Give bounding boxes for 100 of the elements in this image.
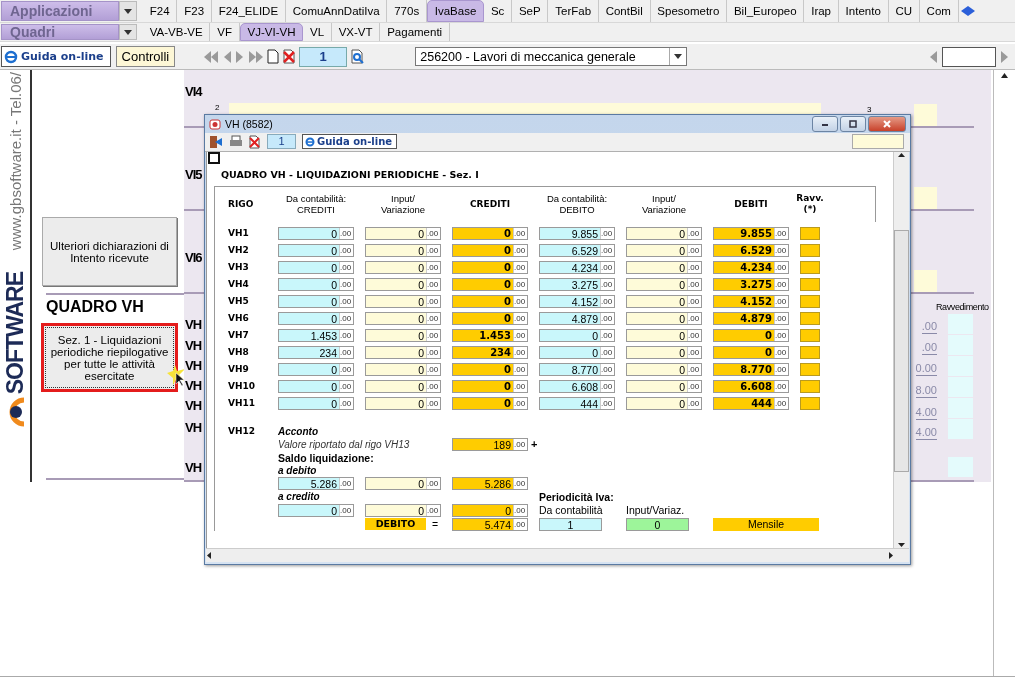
input-field[interactable] <box>942 46 996 67</box>
amount-field[interactable]: 0 .00 <box>365 277 441 291</box>
amount-field[interactable]: 0 .00 <box>452 243 528 257</box>
amount-field[interactable]: 5.286 .00 <box>452 476 528 490</box>
amount-field[interactable]: 0 .00 <box>626 379 702 393</box>
amount-field[interactable]: 0 .00 <box>365 311 441 325</box>
amount-field[interactable]: 0 .00 <box>452 311 528 325</box>
scroll-right-icon[interactable] <box>888 551 894 559</box>
close-button[interactable] <box>868 116 906 133</box>
amount-field[interactable]: 0 .00 <box>452 379 528 393</box>
flag-field[interactable] <box>800 243 820 257</box>
checkbox[interactable] <box>208 151 220 164</box>
amount-field[interactable]: 0 .00 <box>365 260 441 274</box>
amount-field[interactable]: 4.234 .00 <box>713 260 789 274</box>
print-icon[interactable] <box>229 134 243 149</box>
tab[interactable]: Spesometro <box>650 0 728 22</box>
help-button[interactable]: Guida on-line <box>302 134 398 150</box>
flag-field[interactable] <box>800 362 820 376</box>
amount-field[interactable]: 0 .00 <box>278 294 354 308</box>
amount-field[interactable]: 8.770 .00 <box>713 362 789 376</box>
amount-field[interactable]: 0 .00 <box>452 396 528 410</box>
previous-page-icon[interactable] <box>222 49 233 64</box>
amount-field[interactable]: 0 .00 <box>539 328 615 342</box>
amount-field[interactable]: 0 .00 <box>365 243 441 257</box>
page-field[interactable]: 1 <box>267 134 296 150</box>
amount-field[interactable]: 6.529 .00 <box>539 243 615 257</box>
amount-field[interactable]: 0 .00 <box>365 226 441 240</box>
amount-field[interactable]: 0 .00 <box>452 294 528 308</box>
flag-field[interactable] <box>800 345 820 359</box>
amount-field[interactable]: 0 .00 <box>626 396 702 410</box>
input-field[interactable] <box>852 134 904 150</box>
amount-field[interactable]: 4.234 .00 <box>539 260 615 274</box>
minimize-button[interactable] <box>812 116 838 133</box>
tab[interactable]: Bil_Europeo <box>727 0 805 22</box>
amount-field[interactable]: 0 .00 <box>278 243 354 257</box>
amount-field[interactable]: 444 .00 <box>713 396 789 410</box>
amount-field[interactable]: 0 .00 <box>278 260 354 274</box>
amount-field[interactable]: 0 .00 <box>452 226 528 240</box>
amount-field[interactable]: 0 .00 <box>452 362 528 376</box>
scroll-left-icon[interactable] <box>206 551 212 559</box>
tab[interactable]: F24_ELIDE <box>211 0 286 22</box>
tab[interactable]: Intento <box>838 0 889 22</box>
input-field[interactable] <box>914 270 937 292</box>
help-button[interactable]: Guida on-line <box>1 46 111 67</box>
amount-field[interactable]: 9.855 .00 <box>539 226 615 240</box>
flag-field[interactable] <box>800 396 820 410</box>
tab[interactable]: Com <box>919 0 959 22</box>
value-field[interactable]: 0 <box>626 517 689 531</box>
amount-field[interactable]: 0 .00 <box>713 328 789 342</box>
controls-button[interactable]: Controlli <box>115 46 176 67</box>
amount-field[interactable]: 0 .00 <box>365 379 441 393</box>
section-button[interactable]: Ulteriori dichiarazioni di Intento ricevute <box>42 217 177 286</box>
tab[interactable]: Irap <box>804 0 839 22</box>
flag-field[interactable] <box>800 311 820 325</box>
tab[interactable]: F23 <box>177 0 212 22</box>
tab[interactable]: VL <box>303 23 332 41</box>
maximize-button[interactable] <box>840 116 866 133</box>
amount-field[interactable]: 0 .00 <box>626 226 702 240</box>
amount-field[interactable]: 444 .00 <box>539 396 615 410</box>
activity-dropdown[interactable]: 256200 - Lavori di meccanica generale <box>415 47 688 66</box>
amount-field[interactable]: 4.152 .00 <box>539 294 615 308</box>
amount-field[interactable]: 0 .00 <box>365 396 441 410</box>
amount-field[interactable]: 0 .00 <box>365 476 441 490</box>
amount-field[interactable]: 3.275 .00 <box>713 277 789 291</box>
amount-field[interactable]: 0 .00 <box>626 362 702 376</box>
amount-field[interactable]: 0 .00 <box>365 362 441 376</box>
dropdown-button[interactable] <box>119 24 137 40</box>
amount-field[interactable]: 189 .00 <box>452 437 528 451</box>
amount-field[interactable]: 1.453 .00 <box>278 328 354 342</box>
tab[interactable]: Sc <box>484 0 513 22</box>
amount-field[interactable]: 0 .00 <box>539 345 615 359</box>
amount-field[interactable]: 1.453 .00 <box>452 328 528 342</box>
amount-field[interactable]: 4.879 .00 <box>539 311 615 325</box>
page-field[interactable]: 1 <box>299 46 348 67</box>
tab[interactable]: ContBil <box>598 0 651 22</box>
amount-field[interactable]: 0 .00 <box>626 260 702 274</box>
exit-icon[interactable] <box>209 134 223 149</box>
tab[interactable]: 770s <box>387 0 427 22</box>
delete-icon[interactable] <box>249 134 261 149</box>
period-field[interactable]: Mensile <box>713 517 819 531</box>
amount-field[interactable]: 9.855 .00 <box>713 226 789 240</box>
amount-field[interactable]: 0 .00 <box>278 277 354 291</box>
amount-field[interactable]: 0 .00 <box>365 294 441 308</box>
amount-field[interactable]: 4.879 .00 <box>713 311 789 325</box>
flag-field[interactable] <box>800 328 820 342</box>
amount-field[interactable]: 6.608 .00 <box>713 379 789 393</box>
tab[interactable]: Pagamenti <box>380 23 450 41</box>
new-page-icon[interactable] <box>267 49 280 64</box>
tab[interactable]: VJ-VI-VH <box>239 23 304 41</box>
amount-field[interactable]: 5.474 .00 <box>452 517 528 531</box>
amount-field[interactable]: 4.152 .00 <box>713 294 789 308</box>
tab[interactable]: VX-VT <box>331 23 381 41</box>
amount-field[interactable]: 0 .00 <box>278 226 354 240</box>
amount-field[interactable]: 0 .00 <box>626 294 702 308</box>
first-page-icon[interactable] <box>203 49 220 64</box>
flag-field[interactable] <box>800 226 820 240</box>
flag-field[interactable] <box>800 294 820 308</box>
amount-field[interactable]: 234 .00 <box>278 345 354 359</box>
flag-field[interactable] <box>800 260 820 274</box>
flag-field[interactable] <box>800 379 820 393</box>
